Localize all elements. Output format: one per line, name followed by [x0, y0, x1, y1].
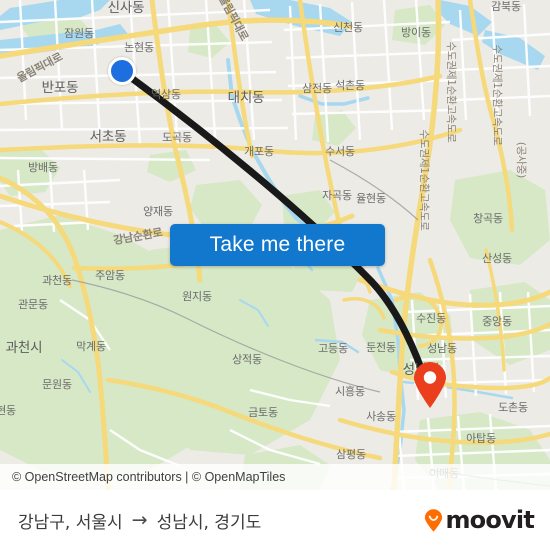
moovit-pin-icon — [424, 508, 443, 532]
moovit-logo[interactable]: moovit — [424, 506, 535, 534]
attribution-text[interactable]: © OpenStreetMap contributors | © OpenMap… — [12, 470, 285, 484]
take-me-there-button[interactable]: Take me there — [170, 224, 385, 266]
start-location-marker[interactable] — [108, 57, 136, 85]
map-attribution-bar: © OpenStreetMap contributors | © OpenMap… — [0, 464, 550, 490]
arrow-right-icon: → — [131, 508, 148, 531]
moovit-route-map-widget: 신사동 잠원동 올림픽대로 올림픽대로 논현동 반포동 역삼동 대치동 신천동 삼전동 석촌동 방이동… — [0, 0, 550, 550]
footer-bar: 강남구, 서울시 → 성남시, 경기도 moovit — [0, 490, 550, 550]
origin-label: 강남구, 서울시 — [18, 512, 123, 533]
moovit-wordmark: moovit — [445, 506, 534, 534]
route-summary: 강남구, 서울시 → 성남시, 경기도 — [18, 508, 261, 533]
map-canvas[interactable]: 신사동 잠원동 올림픽대로 올림픽대로 논현동 반포동 역삼동 대치동 신천동 삼전동 석촌동 방이동… — [0, 0, 550, 490]
destination-label: 성남시, 경기도 — [156, 512, 262, 533]
destination-location-marker[interactable] — [413, 362, 447, 408]
